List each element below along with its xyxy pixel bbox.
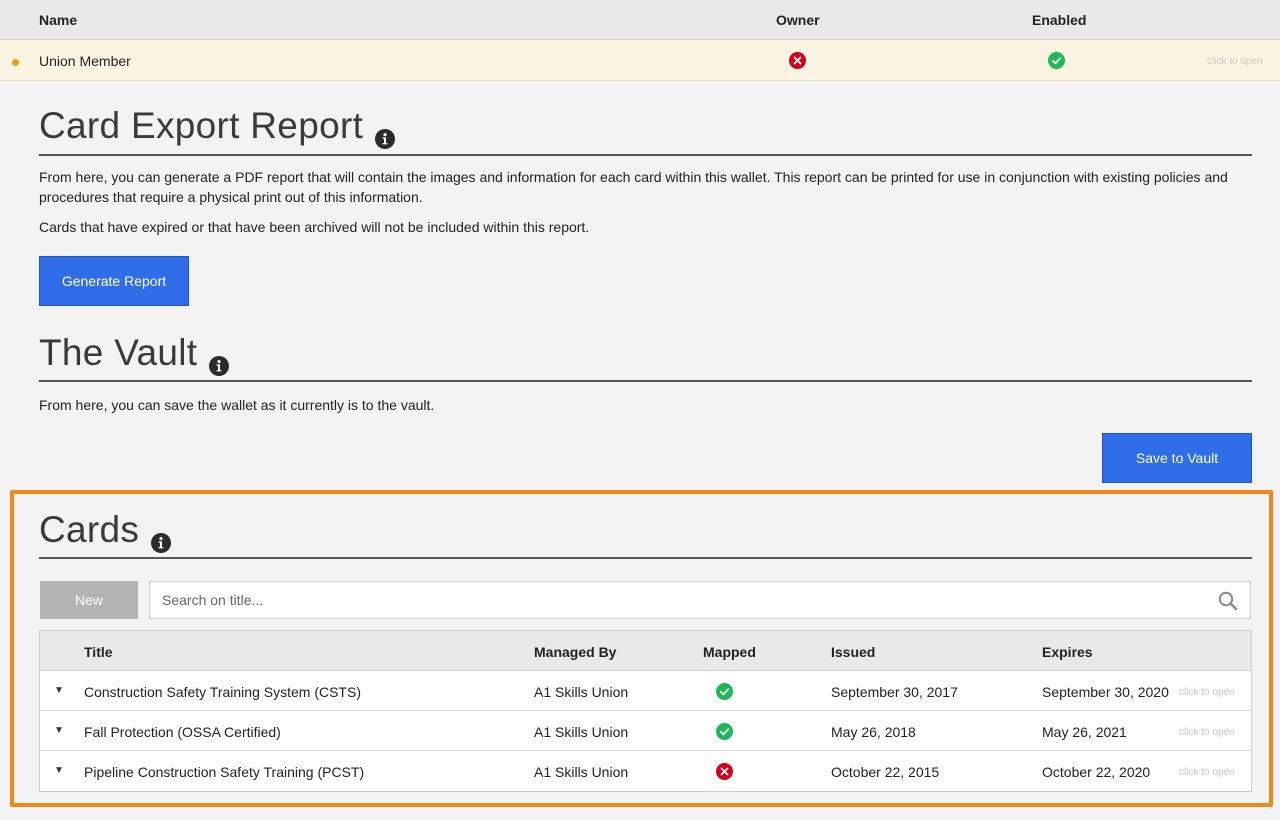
caret-down-icon[interactable]: ▼: [54, 685, 64, 696]
card-managed-by: A1 Skills Union: [534, 764, 629, 780]
cards-title: Cards: [39, 508, 172, 553]
column-managed-by[interactable]: Managed By: [534, 644, 616, 660]
member-row[interactable]: Union Member click to open: [0, 40, 1280, 81]
card-managed-by: A1 Skills Union: [534, 724, 629, 740]
search-box: [149, 581, 1251, 619]
save-to-vault-button[interactable]: Save to Vault: [1102, 433, 1252, 483]
check-circle-icon: [716, 723, 733, 740]
card-title: Pipeline Construction Safety Training (P…: [84, 764, 365, 780]
click-to-open-hint: click to open: [1179, 767, 1235, 778]
column-owner: Owner: [776, 12, 820, 28]
card-title: Fall Protection (OSSA Certified): [84, 724, 281, 740]
search-icon[interactable]: [1218, 591, 1238, 611]
card-title: Construction Safety Training System (CST…: [84, 684, 361, 700]
card-issued: September 30, 2017: [831, 684, 958, 700]
section-divider: [39, 380, 1252, 382]
click-to-open-hint: click to open: [1207, 56, 1263, 67]
table-row[interactable]: ▼ Construction Safety Training System (C…: [40, 671, 1251, 711]
info-icon[interactable]: [151, 520, 172, 553]
card-issued: May 26, 2018: [831, 724, 916, 740]
caret-down-icon[interactable]: ▼: [54, 765, 64, 776]
card-managed-by: A1 Skills Union: [534, 684, 629, 700]
active-dot-icon: [12, 59, 19, 66]
column-title[interactable]: Title: [84, 644, 113, 660]
card-expires: May 26, 2021: [1042, 724, 1127, 740]
x-circle-icon: [716, 763, 733, 780]
card-issued: October 22, 2015: [831, 764, 940, 780]
column-expires[interactable]: Expires: [1042, 644, 1093, 660]
generate-report-button[interactable]: Generate Report: [39, 256, 189, 306]
info-icon[interactable]: [209, 343, 230, 376]
vault-title: The Vault: [39, 331, 230, 376]
info-icon[interactable]: [375, 116, 396, 149]
column-name: Name: [39, 12, 78, 28]
x-circle-icon: [789, 52, 806, 69]
member-name: Union Member: [39, 53, 131, 69]
export-report-note: Cards that have expired or that have bee…: [39, 219, 590, 235]
vault-description: From here, you can save the wallet as it…: [39, 397, 435, 413]
cards-table-header: Title Managed By Mapped Issued Expires: [40, 631, 1251, 671]
column-mapped[interactable]: Mapped: [703, 644, 756, 660]
card-expires: October 22, 2020: [1042, 764, 1151, 780]
check-circle-icon: [716, 683, 733, 700]
export-report-title: Card Export Report: [39, 104, 396, 149]
members-table-header: Name Owner Enabled: [0, 0, 1280, 40]
export-report-description: From here, you can generate a PDF report…: [39, 169, 1228, 205]
column-enabled: Enabled: [1032, 12, 1087, 28]
click-to-open-hint: click to open: [1179, 687, 1235, 698]
section-divider: [39, 557, 1252, 559]
search-input[interactable]: [162, 592, 1202, 608]
click-to-open-hint: click to open: [1179, 727, 1235, 738]
new-card-button[interactable]: New: [40, 581, 138, 619]
card-expires: September 30, 2020: [1042, 684, 1169, 700]
column-issued[interactable]: Issued: [831, 644, 875, 660]
check-circle-icon: [1048, 52, 1065, 69]
table-row[interactable]: ▼ Fall Protection (OSSA Certified) A1 Sk…: [40, 711, 1251, 751]
caret-down-icon[interactable]: ▼: [54, 725, 64, 736]
section-divider: [39, 154, 1252, 156]
cards-table: Title Managed By Mapped Issued Expires ▼…: [39, 630, 1252, 792]
table-row[interactable]: ▼ Pipeline Construction Safety Training …: [40, 751, 1251, 791]
